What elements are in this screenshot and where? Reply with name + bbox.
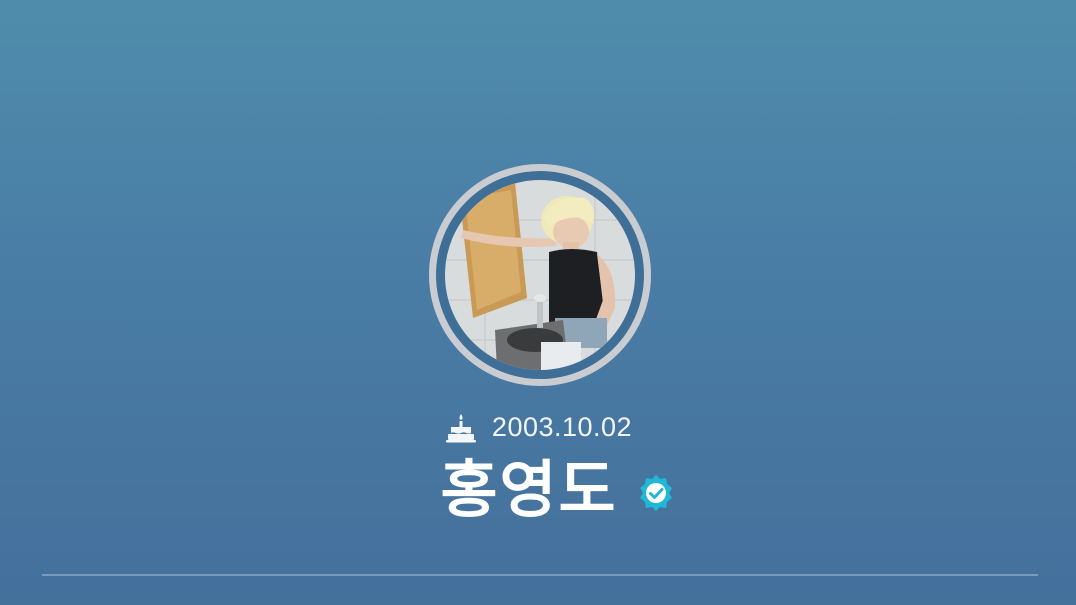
cake-icon — [444, 413, 478, 443]
avatar[interactable] — [445, 180, 635, 370]
avatar-photo — [445, 180, 635, 370]
profile-name: 홍영도 — [440, 453, 618, 526]
avatar-ring[interactable] — [429, 164, 651, 386]
name-row: 홍영도 — [0, 450, 1076, 530]
verified-badge-icon[interactable] — [636, 473, 676, 513]
birthday-row: 2003.10.02 — [0, 412, 1076, 443]
divider — [42, 574, 1038, 576]
profile-header: 2003.10.02 홍영도 — [0, 0, 1076, 605]
birthday-date: 2003.10.02 — [491, 412, 633, 442]
